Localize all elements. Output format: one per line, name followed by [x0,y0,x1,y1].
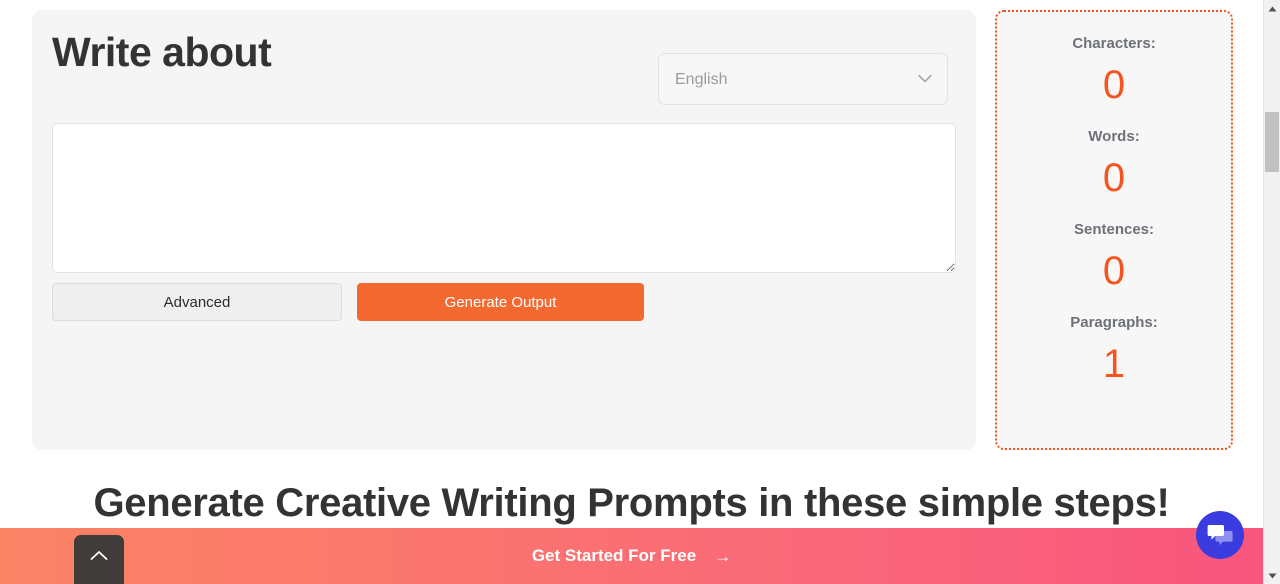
chevron-up-icon [90,550,108,561]
stat-paragraphs: Paragraphs: 1 [997,315,1231,408]
scrollbar-up-arrow[interactable] [1264,0,1280,17]
stat-label: Sentences: [1073,221,1155,238]
cta-label: Get Started For Free [531,546,697,565]
page-scrollbar[interactable] [1263,0,1280,584]
language-select-wrapper: English [658,53,948,105]
stat-characters: Characters: 0 [997,36,1231,129]
stat-value: 0 [1102,63,1126,107]
stat-label: Characters: [1072,35,1156,52]
scrollbar-thumb[interactable] [1265,112,1279,172]
stat-value: 0 [1102,249,1126,293]
text-stats-panel: Characters: 0 Words: 0 Sentences: 0 Para… [995,10,1233,450]
page-content: Write about English Advanced Generate Ou… [0,0,1263,584]
bottom-cta-bar: Get Started For Free → [0,528,1263,584]
page-title: Write about [52,29,272,75]
generate-output-button[interactable]: Generate Output [357,283,644,321]
advanced-button[interactable]: Advanced [52,283,342,321]
chat-bubble-icon [1207,523,1233,547]
action-button-row: Advanced Generate Output [52,283,956,321]
stat-label: Paragraphs: [1070,314,1158,331]
chat-widget-button[interactable] [1196,511,1244,559]
scrollbar-down-arrow[interactable] [1264,567,1280,584]
stat-value: 1 [1102,342,1126,386]
arrow-right-icon: → [714,546,732,566]
stat-value: 0 [1102,156,1126,200]
language-select[interactable]: English [658,53,948,105]
prompt-input[interactable] [52,123,956,273]
section-headline: Generate Creative Writing Prompts in the… [93,481,1170,525]
generator-section: Write about English Advanced Generate Ou… [0,0,1263,460]
stat-sentences: Sentences: 0 [997,222,1231,315]
stat-label: Words: [1088,128,1140,145]
get-started-link[interactable]: Get Started For Free → [532,546,731,566]
stat-words: Words: 0 [997,129,1231,222]
generator-card: Write about English Advanced Generate Ou… [32,10,976,450]
scroll-to-top-button[interactable] [74,535,124,584]
